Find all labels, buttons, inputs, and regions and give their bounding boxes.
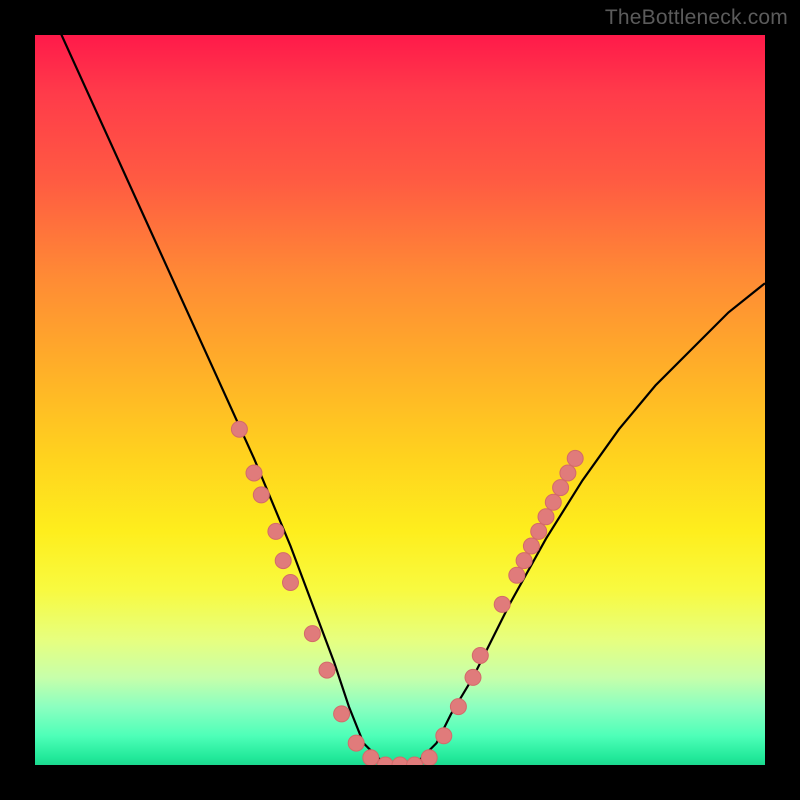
data-point [465,669,481,685]
data-point [334,706,350,722]
chart-frame: TheBottleneck.com [0,0,800,800]
data-point [421,750,437,765]
data-point [348,735,364,751]
data-point [392,757,408,765]
data-point [553,480,569,496]
data-point [472,648,488,664]
data-point [545,494,561,510]
data-point [538,509,554,525]
data-points-layer [35,35,765,765]
chart-plot-area [35,35,765,765]
data-point [363,750,379,765]
data-point [319,662,335,678]
data-point [283,575,299,591]
data-point [560,465,576,481]
data-point [275,553,291,569]
data-point [436,728,452,744]
data-point [268,523,284,539]
data-point [567,450,583,466]
data-point [450,699,466,715]
data-point [523,538,539,554]
data-point [253,487,269,503]
data-point [304,626,320,642]
watermark-text: TheBottleneck.com [605,6,788,30]
data-point [494,596,510,612]
data-point [377,757,393,765]
data-point [531,523,547,539]
data-point [407,757,423,765]
data-point [246,465,262,481]
data-point [509,567,525,583]
data-point [516,553,532,569]
data-point [231,421,247,437]
